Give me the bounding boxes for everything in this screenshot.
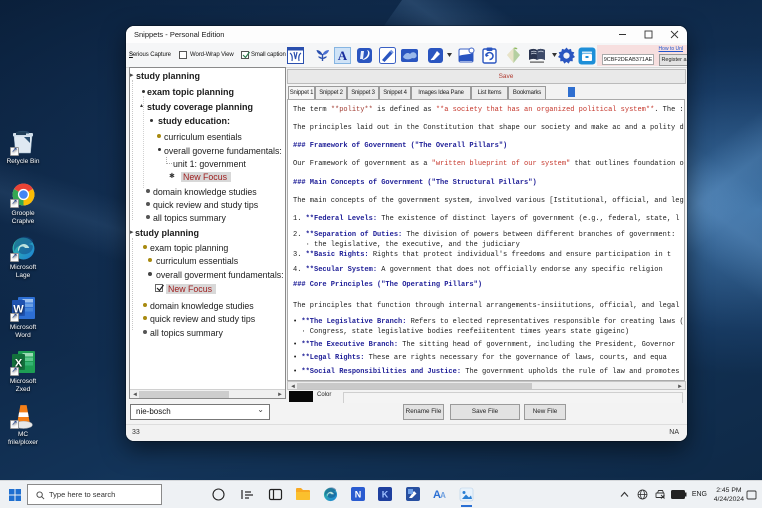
svg-text:N: N — [355, 490, 362, 500]
svg-text:A: A — [338, 48, 348, 63]
svg-text:A: A — [440, 491, 446, 500]
svg-text:K: K — [382, 490, 389, 500]
